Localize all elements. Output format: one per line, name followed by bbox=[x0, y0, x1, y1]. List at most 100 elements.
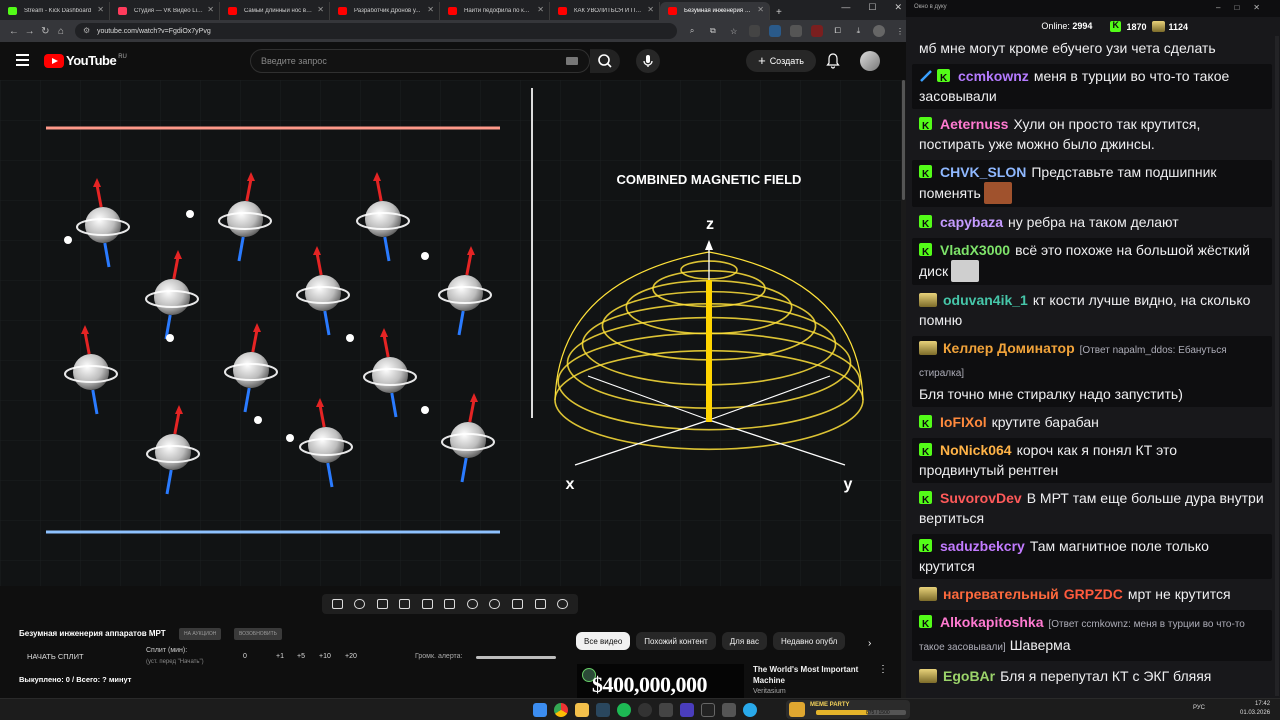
media-player-icon[interactable] bbox=[680, 703, 694, 717]
split-option-10[interactable]: +10 bbox=[319, 653, 331, 660]
chat-username[interactable]: VladX3000 bbox=[940, 242, 1010, 258]
browser-tab[interactable]: Разработчик Дронов у... ✕ bbox=[330, 2, 440, 20]
chat-username[interactable]: Aeternuss bbox=[940, 116, 1008, 132]
screenshot-icon[interactable] bbox=[376, 599, 388, 609]
split-option-5[interactable]: +5 bbox=[297, 653, 305, 660]
maximize-icon[interactable]: ☐ bbox=[868, 2, 876, 13]
tab-close-icon[interactable]: ✕ bbox=[317, 5, 324, 14]
audio-icon[interactable] bbox=[354, 599, 366, 609]
puzzle-icon[interactable]: ⧠ bbox=[832, 25, 844, 37]
zoom-icon[interactable]: ⌕ bbox=[686, 25, 698, 37]
folder-icon[interactable] bbox=[575, 703, 589, 717]
tab-close-icon[interactable]: ✕ bbox=[647, 5, 654, 14]
chat-username[interactable]: SuvorovDev bbox=[940, 490, 1022, 506]
obs-icon[interactable] bbox=[638, 703, 652, 717]
chat-username[interactable]: NoNick064 bbox=[940, 442, 1012, 458]
hamburger-menu-icon[interactable] bbox=[16, 54, 29, 66]
chip-all-videos[interactable]: Все видео bbox=[576, 632, 631, 650]
telegram-icon[interactable] bbox=[743, 703, 757, 717]
forward-icon[interactable]: → bbox=[22, 26, 38, 37]
reload-icon[interactable]: ↻ bbox=[37, 26, 53, 37]
bookmark-star-icon[interactable]: ☆ bbox=[728, 25, 740, 37]
split-option-20[interactable]: +20 bbox=[345, 653, 357, 660]
settings-gear-icon[interactable] bbox=[557, 599, 569, 609]
extension-icon[interactable] bbox=[790, 25, 802, 37]
chat-username[interactable]: oduvan4ik_1 bbox=[943, 292, 1028, 308]
alert-volume-slider[interactable] bbox=[476, 656, 556, 659]
create-button[interactable]: + Создать bbox=[746, 50, 816, 72]
browser-tab[interactable]: Студия — VK Видео Live ✕ bbox=[110, 2, 220, 20]
account-avatar[interactable] bbox=[860, 51, 880, 71]
back-icon[interactable]: ← bbox=[6, 26, 22, 37]
chat-username[interactable]: Келлер Доминатор bbox=[943, 340, 1075, 356]
chip-related[interactable]: Похожий контент bbox=[636, 632, 716, 650]
app-icon[interactable] bbox=[701, 703, 715, 717]
tab-close-icon[interactable]: ✕ bbox=[207, 5, 214, 14]
tab-close-icon[interactable]: ✕ bbox=[97, 5, 104, 14]
app-icon[interactable] bbox=[722, 703, 736, 717]
tab-close-icon[interactable]: ✕ bbox=[427, 5, 434, 14]
start-split-button[interactable]: НАЧАТЬ СПЛИТ bbox=[27, 652, 84, 661]
profile-icon[interactable] bbox=[873, 25, 886, 37]
youtube-logo[interactable]: YouTube RU bbox=[44, 53, 127, 68]
spotify-icon[interactable] bbox=[617, 703, 631, 717]
chip-for-you[interactable]: Для вас bbox=[721, 632, 767, 650]
chat-username[interactable]: ccmkownz bbox=[958, 68, 1029, 84]
speed-icon[interactable] bbox=[466, 599, 478, 609]
frames-icon[interactable] bbox=[444, 599, 456, 609]
tab-close-icon[interactable]: ✕ bbox=[537, 5, 544, 14]
language-indicator[interactable]: РУС bbox=[1193, 705, 1205, 711]
chat-username[interactable]: нагревательный bbox=[943, 586, 1059, 602]
extension-icon[interactable] bbox=[769, 25, 782, 37]
chat-window-controls[interactable]: –□✕ bbox=[1216, 3, 1274, 12]
recommendation-channel[interactable]: Veritasium bbox=[753, 688, 786, 695]
film-icon[interactable] bbox=[399, 599, 411, 609]
home-icon[interactable]: ⌂ bbox=[53, 26, 69, 37]
recommendation-thumbnail[interactable]: $400,000,000 bbox=[577, 664, 744, 698]
chat-username[interactable]: EgoBAr bbox=[943, 668, 995, 684]
tab-close-icon[interactable]: ✕ bbox=[757, 5, 764, 14]
chat-username[interactable]: Alkokapitoshka bbox=[940, 614, 1043, 630]
minimize-icon[interactable]: — bbox=[841, 2, 850, 13]
chat-username[interactable]: saduzbekcry bbox=[940, 538, 1025, 554]
extension-icon[interactable] bbox=[810, 25, 823, 37]
chip-recent[interactable]: Недавно опубл bbox=[773, 632, 846, 650]
steam-icon[interactable] bbox=[596, 703, 610, 717]
app-icon[interactable] bbox=[659, 703, 673, 717]
resume-button[interactable]: ВОЗОБНОВИТЬ bbox=[234, 628, 282, 640]
notifications-bell-icon[interactable] bbox=[826, 53, 840, 69]
extension-icon[interactable] bbox=[748, 25, 761, 37]
windows-start-icon[interactable] bbox=[533, 703, 547, 717]
video-player[interactable]: COMBINED MAGNETIC FIELD z x y bbox=[0, 80, 901, 586]
flask-icon[interactable] bbox=[534, 599, 546, 609]
browser-tab[interactable]: Найти педофила по кирпичу ✕ bbox=[440, 2, 550, 20]
site-info-icon[interactable]: ⚙ bbox=[83, 26, 90, 35]
browser-tab[interactable]: Stream - Kick Dashboard ✕ bbox=[0, 2, 110, 20]
new-tab-button[interactable]: + bbox=[770, 7, 788, 20]
search-input[interactable]: Введите запрос bbox=[250, 49, 590, 73]
loop-icon[interactable] bbox=[331, 599, 343, 609]
clock[interactable]: 17:42 01.03.2026 bbox=[1240, 700, 1270, 718]
more-vert-icon[interactable]: ⋮ bbox=[878, 664, 888, 675]
chrome-icon[interactable] bbox=[554, 703, 568, 717]
browser-tab[interactable]: КАК УВОЛИТЬСЯ И ПОЛУЧ... ✕ bbox=[550, 2, 660, 20]
voice-search-button[interactable] bbox=[636, 49, 660, 73]
close-icon[interactable]: ✕ bbox=[894, 2, 902, 13]
timer-icon[interactable] bbox=[489, 599, 501, 609]
chat-scrollbar[interactable] bbox=[1275, 36, 1279, 696]
browser-tab[interactable]: Безумная инженерия ап... ✕ bbox=[660, 2, 770, 20]
chat-username[interactable]: IoFIXol bbox=[940, 414, 987, 430]
camera-icon[interactable] bbox=[512, 599, 524, 609]
install-icon[interactable]: ⧉ bbox=[707, 25, 719, 37]
chat-username[interactable]: CHVK_SLON bbox=[940, 164, 1026, 180]
pip-icon[interactable] bbox=[421, 599, 433, 609]
search-button[interactable] bbox=[590, 49, 620, 73]
download-icon[interactable]: ⤓ bbox=[853, 25, 865, 37]
recommendation-title[interactable]: The World's Most Important Machine bbox=[753, 664, 873, 686]
chat-username[interactable]: capybaza bbox=[940, 214, 1003, 230]
url-field[interactable]: ⚙ youtube.com/watch?v=FgdiOx7yPvg bbox=[74, 23, 678, 39]
split-option-1[interactable]: +1 bbox=[276, 653, 284, 660]
split-option-0[interactable]: 0 bbox=[243, 653, 247, 660]
browser-tab[interactable]: Самый длинный нос в истории ✕ bbox=[220, 2, 330, 20]
menu-icon[interactable]: ⋮ bbox=[894, 25, 906, 37]
